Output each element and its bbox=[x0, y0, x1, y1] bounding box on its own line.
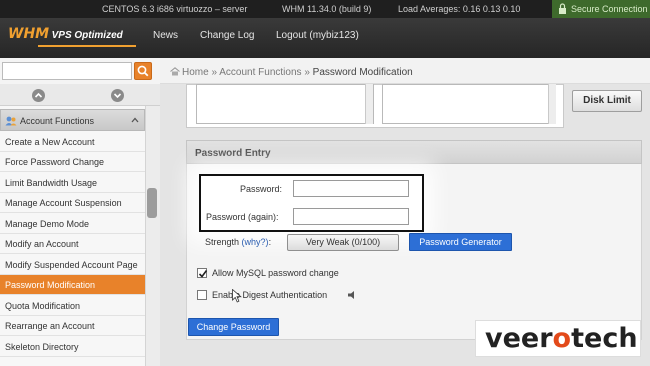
disk-limit-button[interactable]: Disk Limit bbox=[572, 90, 642, 112]
sidebar-search bbox=[0, 58, 160, 84]
sidebar-item-demo-mode[interactable]: Manage Demo Mode bbox=[0, 214, 145, 234]
sidebar-item-create-account[interactable]: Create a New Account bbox=[0, 132, 145, 152]
allow-mysql-label: Allow MySQL password change bbox=[212, 268, 339, 278]
nav-change-log-link[interactable]: Change Log bbox=[200, 30, 255, 41]
account-list-scrollbar[interactable] bbox=[365, 84, 373, 124]
breadcrumb-trail: Home » Account Functions » Password Modi… bbox=[182, 67, 413, 78]
scroll-up-button[interactable] bbox=[32, 89, 45, 102]
strength-why-link[interactable]: (why?) bbox=[242, 237, 269, 247]
chevron-up-icon bbox=[131, 117, 139, 123]
sidebar-scrollbar-thumb[interactable] bbox=[147, 188, 157, 218]
strength-label: Strength (why?): bbox=[205, 237, 271, 247]
mouse-cursor-icon bbox=[232, 289, 242, 303]
scroll-down-icon bbox=[113, 93, 122, 99]
whm-version: WHM 11.34.0 (build 9) bbox=[282, 4, 372, 14]
scroll-up-icon bbox=[34, 92, 43, 98]
search-input[interactable] bbox=[2, 62, 132, 80]
sidebar-section-header[interactable]: Account Functions bbox=[0, 109, 145, 131]
lock-icon bbox=[559, 3, 566, 14]
sidebar-item-rearrange-account[interactable]: Rearrange an Account bbox=[0, 316, 145, 336]
strength-text: Strength bbox=[205, 237, 240, 247]
search-button[interactable] bbox=[134, 62, 152, 80]
digest-auth-label: Enable Digest Authentication bbox=[212, 290, 328, 300]
password-again-label: Password (again): bbox=[206, 212, 279, 222]
watermark-suffix: tech bbox=[571, 323, 638, 354]
strength-meter: Very Weak (0/100) bbox=[287, 234, 399, 251]
breadcrumb-separator: » bbox=[211, 67, 218, 78]
password-generator-button[interactable]: Password Generator bbox=[409, 233, 512, 251]
allow-mysql-checkbox[interactable] bbox=[197, 268, 208, 278]
breadcrumb: Home » Account Functions » Password Modi… bbox=[160, 58, 650, 84]
user-list-scrollbar[interactable] bbox=[548, 84, 556, 124]
account-functions-icon bbox=[5, 116, 17, 126]
password-field[interactable] bbox=[293, 180, 409, 197]
checkmark-icon bbox=[198, 270, 208, 278]
sidebar-item-force-password-change[interactable]: Force Password Change bbox=[0, 152, 145, 172]
sidebar-item-suspended-page[interactable]: Modify Suspended Account Page bbox=[0, 255, 145, 275]
user-list-box[interactable] bbox=[382, 84, 556, 124]
home-icon[interactable] bbox=[170, 67, 180, 76]
sidebar-scroll-controls bbox=[0, 84, 160, 106]
server-os: CENTOS 6.3 i686 virtuozzo – server bbox=[102, 4, 248, 14]
watermark-text: veerotech bbox=[485, 323, 638, 354]
logo-underline bbox=[38, 45, 136, 47]
digest-info-icon[interactable] bbox=[347, 290, 357, 300]
scroll-down-button[interactable] bbox=[111, 89, 124, 102]
sidebar-item-password-modification[interactable]: Password Modification bbox=[0, 275, 145, 295]
search-icon bbox=[137, 65, 149, 77]
nav-news-link[interactable]: News bbox=[153, 30, 178, 41]
sidebar-item-limit-bandwidth[interactable]: Limit Bandwidth Usage bbox=[0, 173, 145, 193]
breadcrumb-separator: » bbox=[304, 67, 310, 78]
nav-logout-link[interactable]: Logout (mybiz123) bbox=[276, 30, 359, 41]
sidebar-section-title: Account Functions bbox=[20, 116, 95, 126]
account-list-box[interactable] bbox=[196, 84, 374, 124]
password-again-field[interactable] bbox=[293, 208, 409, 225]
change-password-button[interactable]: Change Password bbox=[188, 318, 279, 336]
watermark-prefix: veer bbox=[485, 323, 553, 354]
sidebar: Account Functions Create a New Account F… bbox=[0, 106, 145, 366]
sidebar-item-quota-modification[interactable]: Quota Modification bbox=[0, 296, 145, 316]
logo-vps-text: VPS Optimized bbox=[51, 30, 123, 41]
secure-connection-label: Secure Connection bbox=[571, 4, 648, 14]
password-label: Password: bbox=[240, 184, 283, 194]
secure-connection-indicator[interactable]: Secure Connection bbox=[552, 0, 650, 18]
whm-logo[interactable]: WHM VPS Optimized bbox=[8, 26, 136, 47]
logo-whm-text: WHM bbox=[8, 26, 50, 42]
password-entry-header: Password Entry bbox=[186, 140, 642, 164]
digest-auth-checkbox[interactable] bbox=[197, 290, 207, 300]
sidebar-item-modify-account[interactable]: Modify an Account bbox=[0, 234, 145, 254]
top-nav: WHM VPS Optimized News Change Log Logout… bbox=[0, 18, 650, 58]
watermark-o: o bbox=[552, 323, 572, 354]
password-entry-title: Password Entry bbox=[195, 148, 271, 159]
breadcrumb-section-link[interactable]: Account Functions bbox=[219, 67, 301, 78]
breadcrumb-home-link[interactable]: Home bbox=[182, 67, 209, 78]
server-status-bar: CENTOS 6.3 i686 virtuozzo – server WHM 1… bbox=[0, 0, 650, 18]
load-averages: Load Averages: 0.16 0.13 0.10 bbox=[398, 4, 521, 14]
sidebar-scrollbar[interactable] bbox=[145, 106, 160, 366]
veerotech-watermark: veerotech bbox=[475, 320, 641, 357]
sidebar-item-skeleton-directory[interactable]: Skeleton Directory bbox=[0, 337, 145, 357]
sidebar-item-account-suspension[interactable]: Manage Account Suspension bbox=[0, 193, 145, 213]
strength-colon: : bbox=[268, 237, 272, 247]
breadcrumb-current: Password Modification bbox=[312, 67, 413, 78]
